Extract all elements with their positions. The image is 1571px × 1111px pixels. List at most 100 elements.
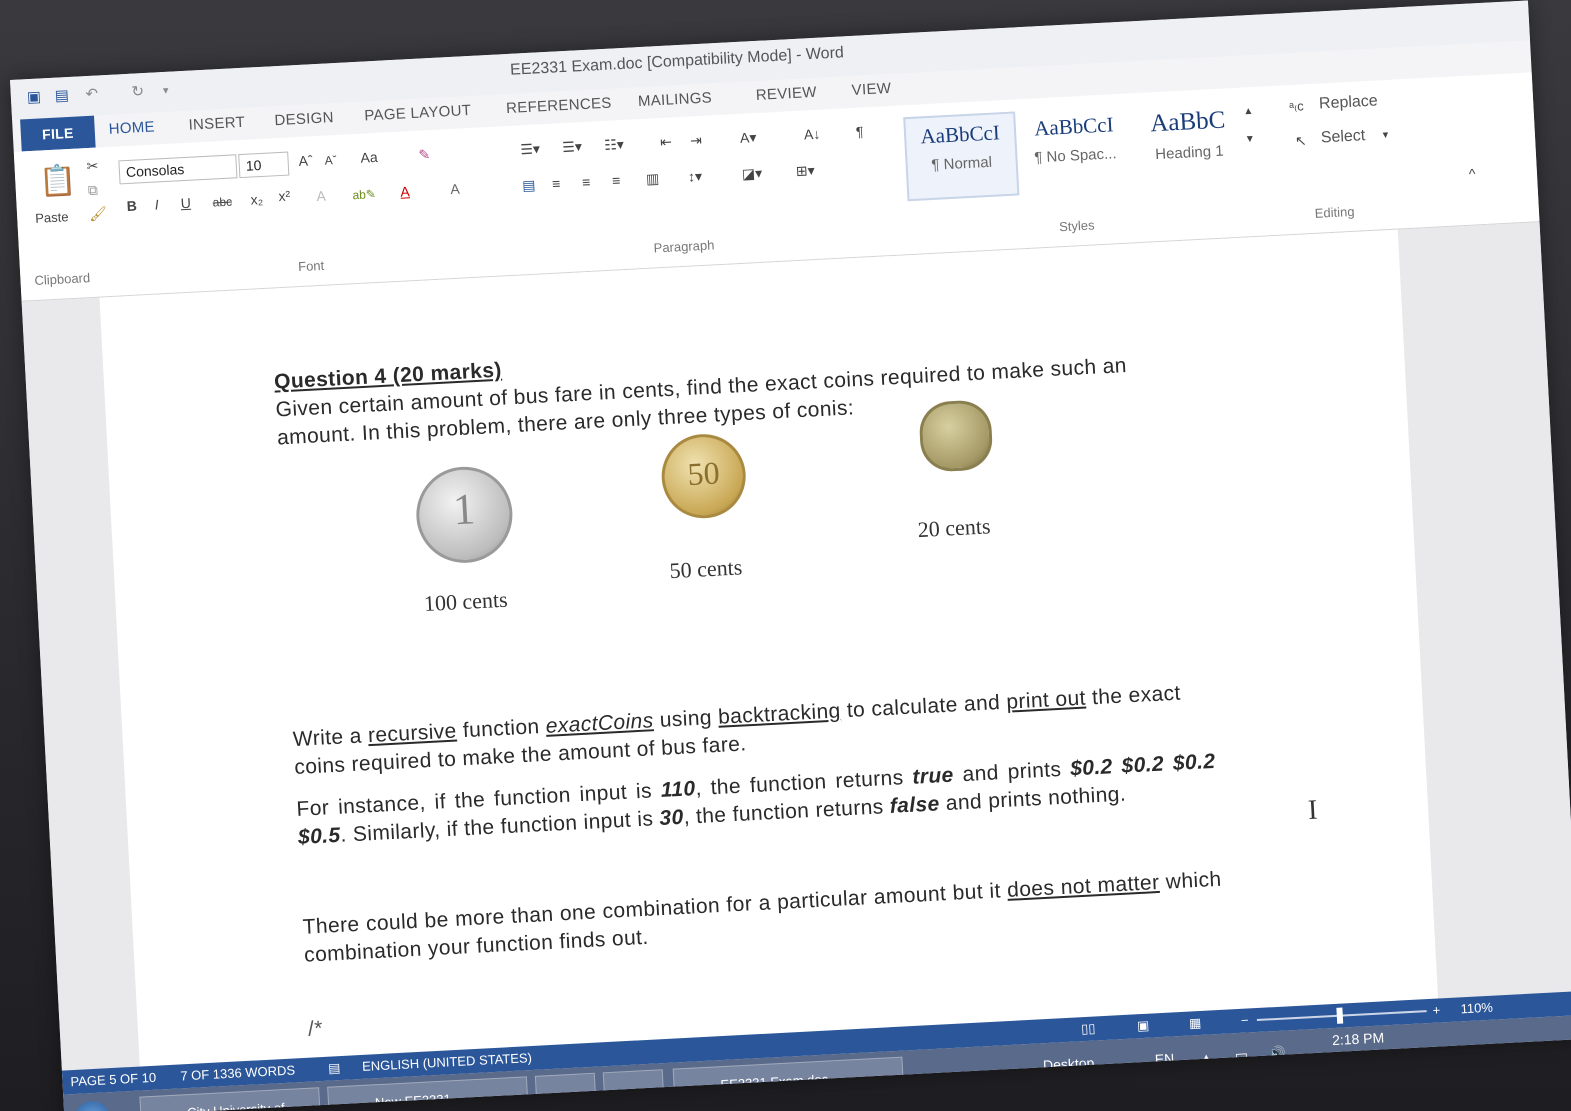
p2-input-110: 110 bbox=[660, 777, 697, 802]
italic-button[interactable]: I bbox=[154, 196, 159, 212]
taskbar-item-media[interactable] bbox=[602, 1069, 665, 1111]
style-heading-1-sample: AaBbC bbox=[1149, 106, 1226, 138]
tab-home[interactable]: HOME bbox=[108, 118, 155, 137]
font-size-box[interactable]: 10 bbox=[238, 151, 290, 179]
tab-mailings[interactable]: MAILINGS bbox=[638, 89, 713, 110]
document-page[interactable]: Question 4 (20 marks) Given certain amou… bbox=[99, 229, 1439, 1067]
asian-layout-icon[interactable]: A▾ bbox=[740, 129, 757, 147]
bold-button[interactable]: B bbox=[126, 198, 137, 215]
collapse-ribbon-icon[interactable]: ^ bbox=[1468, 165, 1475, 181]
save-icon[interactable]: ▤ bbox=[52, 87, 71, 106]
start-button[interactable] bbox=[73, 1100, 112, 1111]
page-count[interactable]: PAGE 5 OF 10 bbox=[70, 1070, 156, 1089]
align-center-icon[interactable]: ≡ bbox=[552, 175, 561, 191]
change-case-button[interactable]: Aa bbox=[360, 149, 378, 166]
grow-font-icon[interactable]: Aˆ bbox=[298, 152, 313, 169]
font-color-icon[interactable]: A bbox=[400, 183, 410, 199]
taskbar-item-browser[interactable]: City University of ... bbox=[139, 1087, 322, 1111]
justify-icon[interactable]: ≡ bbox=[612, 172, 621, 188]
p3-text-1: There could be more than one combination… bbox=[302, 878, 1008, 939]
paragraph-shading-icon[interactable]: ◪▾ bbox=[741, 165, 762, 183]
tab-insert[interactable]: INSERT bbox=[188, 114, 245, 134]
styles-scroll-up-icon[interactable]: ▴ bbox=[1245, 103, 1252, 117]
font-name-box[interactable]: Consolas bbox=[118, 154, 238, 185]
line-spacing-icon[interactable]: ↕▾ bbox=[688, 168, 703, 186]
style-normal[interactable]: AaBbCcI ¶ Normal bbox=[903, 111, 1020, 202]
highlight-icon[interactable]: ab✎ bbox=[352, 187, 376, 202]
desktop-toolbar[interactable]: Desktop bbox=[1043, 1055, 1095, 1074]
align-right-icon[interactable]: ≡ bbox=[582, 174, 591, 190]
styles-more-icon[interactable]: ▾ bbox=[1246, 131, 1253, 145]
customize-qat-icon[interactable]: ▾ bbox=[156, 81, 175, 100]
font-group-label: Font bbox=[297, 257, 325, 275]
tab-view[interactable]: VIEW bbox=[851, 80, 891, 99]
underline-button[interactable]: U bbox=[180, 195, 191, 212]
paste-icon[interactable]: 📋 bbox=[38, 163, 78, 200]
clear-formatting-icon[interactable]: ✎ bbox=[418, 146, 431, 164]
taskbar-item-word[interactable]: EE2331 Exam.doc ... bbox=[672, 1056, 905, 1107]
word-count[interactable]: 7 OF 1336 WORDS bbox=[180, 1062, 296, 1083]
p2-text-6: and prints nothing. bbox=[939, 782, 1127, 816]
style-no-spacing[interactable]: AaBbCcI ¶ No Spac... bbox=[1017, 105, 1133, 195]
replace-icon[interactable]: ᵃ₍c bbox=[1289, 98, 1304, 115]
paste-button[interactable]: Paste bbox=[35, 209, 69, 226]
select-button[interactable]: Select bbox=[1320, 127, 1365, 147]
distributed-icon[interactable]: ▥ bbox=[646, 170, 660, 188]
tab-references[interactable]: REFERENCES bbox=[506, 95, 612, 117]
comment-marker: /* bbox=[307, 1016, 324, 1041]
multilevel-list-icon[interactable]: ☷▾ bbox=[604, 136, 624, 154]
read-mode-icon[interactable]: ▯▯ bbox=[1081, 1021, 1096, 1038]
undo-icon[interactable]: ↶ bbox=[82, 85, 101, 104]
coin-100-label: 100 cents bbox=[423, 586, 509, 617]
replace-button[interactable]: Replace bbox=[1319, 92, 1379, 113]
editing-group-label: Editing bbox=[1314, 203, 1355, 221]
numbering-icon[interactable]: ☰▾ bbox=[562, 138, 582, 156]
tab-review[interactable]: REVIEW bbox=[755, 84, 817, 104]
increase-indent-icon[interactable]: ⇥ bbox=[690, 132, 703, 150]
text-effects-icon[interactable]: A bbox=[316, 188, 326, 204]
select-icon[interactable]: ↖ bbox=[1295, 132, 1308, 150]
p1-recursive: recursive bbox=[367, 719, 458, 748]
zoom-level[interactable]: 110% bbox=[1460, 1000, 1493, 1017]
format-painter-icon[interactable]: 🖌 bbox=[89, 205, 108, 223]
redo-icon[interactable]: ↻ bbox=[128, 83, 147, 102]
decrease-indent-icon[interactable]: ⇤ bbox=[660, 133, 673, 151]
taskbar-item-folder[interactable]: New EE2331 bbox=[327, 1076, 529, 1111]
tray-expand-icon[interactable]: ▴ bbox=[1202, 1049, 1210, 1066]
proofing-icon[interactable]: ▤ bbox=[328, 1060, 341, 1077]
clock-date[interactable]: 25-Nov-2015 bbox=[1319, 1049, 1401, 1069]
p3-does-not-matter: does not matter bbox=[1006, 870, 1160, 902]
strikethrough-button[interactable]: abc bbox=[212, 195, 232, 210]
style-heading-1[interactable]: AaBbC Heading 1 bbox=[1131, 100, 1247, 190]
align-left-icon[interactable]: ▤ bbox=[522, 177, 536, 195]
sort-icon[interactable]: A↓ bbox=[804, 126, 821, 143]
tab-page-layout[interactable]: PAGE LAYOUT bbox=[364, 102, 472, 125]
select-dropdown-icon[interactable]: ▾ bbox=[1382, 128, 1388, 141]
word-app-icon[interactable]: ▣ bbox=[25, 88, 44, 107]
p2-false-keyword: false bbox=[889, 792, 941, 818]
tab-file[interactable]: FILE bbox=[20, 115, 96, 152]
input-language[interactable]: EN bbox=[1154, 1050, 1174, 1067]
web-layout-icon[interactable]: ▦ bbox=[1189, 1015, 1202, 1032]
shrink-font-icon[interactable]: Aˇ bbox=[324, 153, 337, 168]
p2-input-30: 30 bbox=[658, 805, 685, 831]
clipboard-group-label: Clipboard bbox=[34, 270, 91, 288]
network-icon[interactable]: ▭ bbox=[1234, 1047, 1248, 1065]
subscript-button[interactable]: x₂ bbox=[250, 191, 263, 208]
clock-time[interactable]: 2:18 PM bbox=[1332, 1029, 1385, 1048]
zoom-in-icon[interactable]: + bbox=[1432, 1002, 1440, 1017]
borders-icon[interactable]: ⊞▾ bbox=[795, 162, 815, 180]
tab-design[interactable]: DESIGN bbox=[274, 109, 334, 129]
cut-icon[interactable]: ✂ bbox=[86, 158, 99, 176]
zoom-slider-thumb[interactable] bbox=[1336, 1007, 1344, 1024]
volume-icon[interactable]: 🔊 bbox=[1268, 1045, 1286, 1063]
bullets-icon[interactable]: ☰▾ bbox=[520, 140, 540, 158]
copy-icon[interactable]: ⧉ bbox=[87, 182, 98, 200]
show-marks-icon[interactable]: ¶ bbox=[855, 123, 863, 139]
zoom-out-icon[interactable]: − bbox=[1241, 1012, 1249, 1027]
taskbar-item-cmd[interactable] bbox=[534, 1072, 597, 1111]
superscript-button[interactable]: x² bbox=[278, 188, 290, 205]
word-window: ▣ ▤ ↶ ↻ ▾ EE2331 Exam.doc [Compatibility… bbox=[10, 0, 1571, 1111]
shading-icon[interactable]: A bbox=[450, 181, 460, 197]
print-layout-icon[interactable]: ▣ bbox=[1137, 1018, 1150, 1035]
